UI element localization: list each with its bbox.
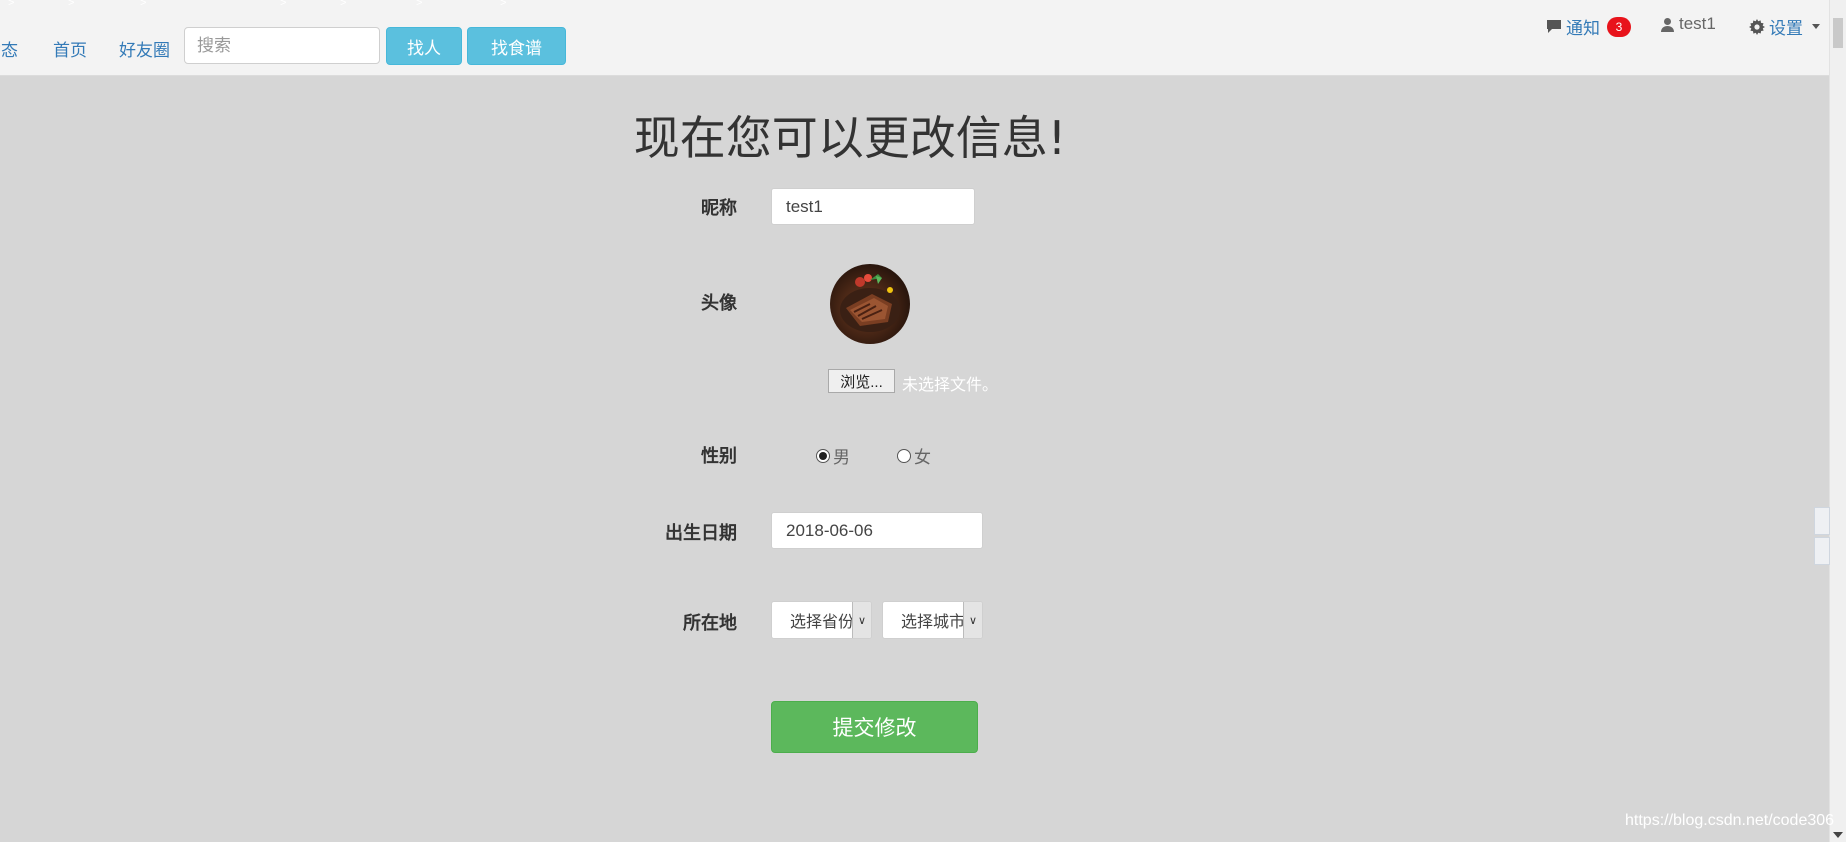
location-label: 所在地 bbox=[683, 613, 737, 633]
birthday-label: 出生日期 bbox=[665, 523, 737, 543]
page-title: 现在您可以更改信息! bbox=[633, 111, 1067, 165]
browse-file-button[interactable]: 浏览... bbox=[828, 369, 895, 393]
gender-male-radio[interactable] bbox=[816, 448, 830, 463]
nav-link-home[interactable]: 首页 bbox=[53, 36, 87, 61]
avatar-image bbox=[830, 264, 910, 344]
file-status-text: 未选择文件。 bbox=[902, 377, 999, 394]
find-recipe-button[interactable]: 找食谱 bbox=[467, 27, 566, 65]
chevron-down-icon bbox=[1812, 24, 1820, 29]
settings-label: 设置 bbox=[1769, 19, 1803, 38]
scroll-down-arrow-icon[interactable] bbox=[1833, 832, 1843, 838]
notifications-menu[interactable]: 通知 3 bbox=[1546, 14, 1631, 39]
settings-menu[interactable]: 设置 bbox=[1749, 14, 1820, 39]
gender-label: 性别 bbox=[701, 446, 737, 466]
crumb-separator: > bbox=[68, 0, 75, 9]
birthday-input[interactable] bbox=[771, 512, 983, 549]
notifications-label: 通知 bbox=[1566, 19, 1600, 38]
chevron-down-icon: ∨ bbox=[963, 602, 982, 638]
gender-female-label: 女 bbox=[914, 448, 931, 467]
notification-count-badge: 3 bbox=[1607, 16, 1631, 37]
user-name: test1 bbox=[1679, 14, 1716, 33]
crumb-separator: > bbox=[500, 0, 507, 9]
crumb-separator: > bbox=[140, 0, 147, 9]
top-breadcrumb-strip: > > > > > > > bbox=[0, 0, 560, 10]
avatar-label: 头像 bbox=[701, 293, 737, 313]
submit-changes-button[interactable]: 提交修改 bbox=[771, 701, 978, 753]
steak-photo bbox=[840, 274, 900, 332]
chevron-down-icon: ∨ bbox=[852, 602, 871, 638]
province-select-text: 选择省份 bbox=[790, 614, 855, 631]
crumb-separator: > bbox=[416, 0, 423, 9]
find-people-button[interactable]: 找人 bbox=[386, 27, 462, 65]
nickname-input[interactable] bbox=[771, 188, 975, 225]
edge-widget bbox=[1814, 537, 1830, 565]
city-select[interactable]: 选择城市 ∨ bbox=[882, 601, 983, 639]
watermark: https://blog.csdn.net/code306 bbox=[1625, 812, 1835, 829]
scrollbar-thumb[interactable] bbox=[1833, 18, 1843, 48]
crumb-separator: > bbox=[340, 0, 347, 9]
top-navbar: > > > > > > > 动态 首页 好友圈 找人 找食谱 通知 3 test… bbox=[0, 0, 1830, 76]
nav-link-friends[interactable]: 好友圈 bbox=[119, 36, 170, 61]
gender-male-label: 男 bbox=[833, 448, 850, 467]
user-menu[interactable]: test1 bbox=[1660, 14, 1716, 34]
comment-icon bbox=[1547, 20, 1561, 33]
crumb-separator: > bbox=[8, 0, 15, 9]
edge-widget bbox=[1814, 507, 1830, 535]
nav-link-feed[interactable]: 动态 bbox=[0, 36, 18, 61]
vertical-scrollbar[interactable] bbox=[1829, 0, 1846, 842]
nickname-label: 昵称 bbox=[701, 198, 737, 218]
search-input[interactable] bbox=[184, 27, 380, 64]
gear-icon bbox=[1749, 18, 1765, 35]
gender-female-radio[interactable] bbox=[897, 448, 911, 463]
gender-male-option[interactable]: 男 bbox=[816, 443, 850, 468]
province-select[interactable]: 选择省份 ∨ bbox=[771, 601, 872, 639]
crumb-separator: > bbox=[280, 0, 287, 9]
city-select-text: 选择城市 bbox=[901, 614, 966, 631]
user-icon bbox=[1661, 17, 1674, 32]
gender-female-option[interactable]: 女 bbox=[897, 443, 931, 468]
